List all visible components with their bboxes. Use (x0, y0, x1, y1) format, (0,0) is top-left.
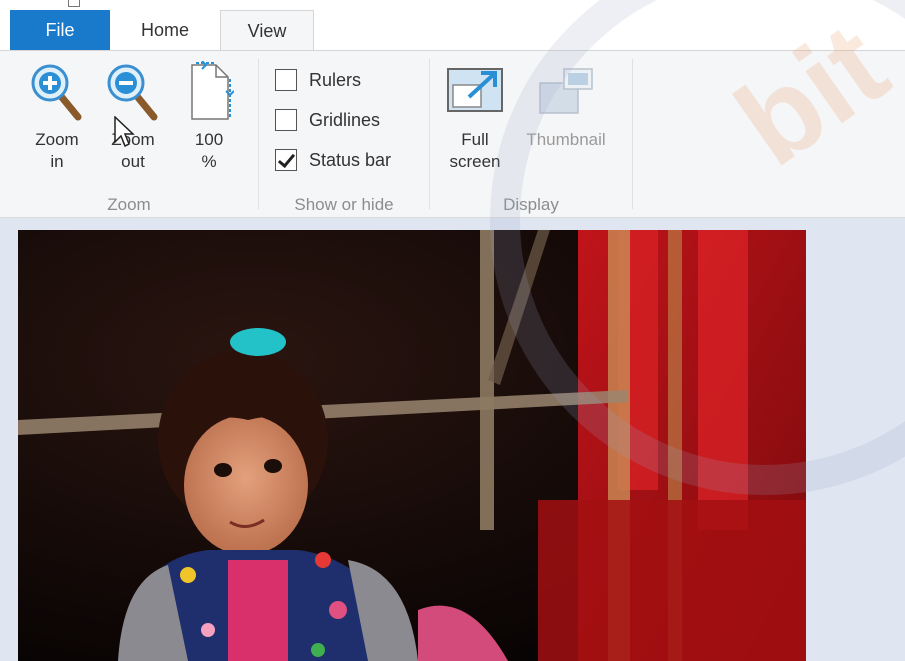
status-bar-label: Status bar (309, 149, 392, 170)
tab-file[interactable]: File (10, 10, 110, 50)
gridlines-checkbox[interactable]: Gridlines (275, 107, 380, 133)
actual-size-button[interactable]: 100 % (178, 61, 240, 173)
actual-size-label-1: 100 (194, 130, 224, 149)
thumbnail-button[interactable]: Thumbnail (514, 61, 618, 151)
actual-size-label-2: % (201, 152, 217, 171)
zoom-out-icon (107, 64, 158, 121)
display-group-label: Display (503, 195, 559, 214)
display-group: Full screen Thumbnail Display (430, 51, 632, 217)
gridlines-label: Gridlines (309, 109, 381, 130)
zoom-out-label-2: out (121, 152, 145, 171)
full-screen-label-2: screen (449, 152, 501, 171)
photo-image (18, 230, 806, 661)
full-screen-icon (447, 68, 503, 112)
status-bar-checkbox[interactable]: Status bar (275, 147, 391, 173)
rulers-checkbox[interactable]: Rulers (275, 67, 361, 93)
show-hide-group-label: Show or hide (294, 195, 394, 214)
mouse-cursor-icon (114, 116, 135, 148)
gridlines-check-box[interactable] (275, 109, 297, 131)
zoom-in-button[interactable]: Zoom in (22, 61, 92, 173)
title-bar (0, 0, 905, 10)
zoom-group-label: Zoom (107, 195, 151, 214)
rulers-check-box[interactable] (275, 69, 297, 91)
full-screen-button[interactable]: Full screen (440, 61, 510, 173)
group-divider (632, 59, 633, 209)
actual-size-icon (191, 61, 234, 120)
zoom-in-label-2: in (50, 152, 64, 171)
rulers-label: Rulers (309, 69, 362, 90)
show-hide-group: Rulers Gridlines Status bar Show or hide (259, 51, 429, 217)
image-canvas[interactable] (0, 218, 905, 661)
full-screen-label-1: Full (461, 130, 489, 149)
thumbnail-icon (539, 68, 593, 114)
zoom-in-icon (31, 64, 82, 121)
photo-drawing (18, 230, 806, 661)
quick-access-icon[interactable] (68, 0, 80, 7)
tab-home[interactable]: Home (110, 10, 220, 50)
status-bar-check-box[interactable] (275, 149, 297, 171)
zoom-in-label-1: Zoom (35, 130, 79, 149)
tab-view[interactable]: View (220, 10, 314, 51)
ribbon-tabs: File Home View (0, 10, 905, 51)
thumbnail-label: Thumbnail (526, 130, 606, 149)
